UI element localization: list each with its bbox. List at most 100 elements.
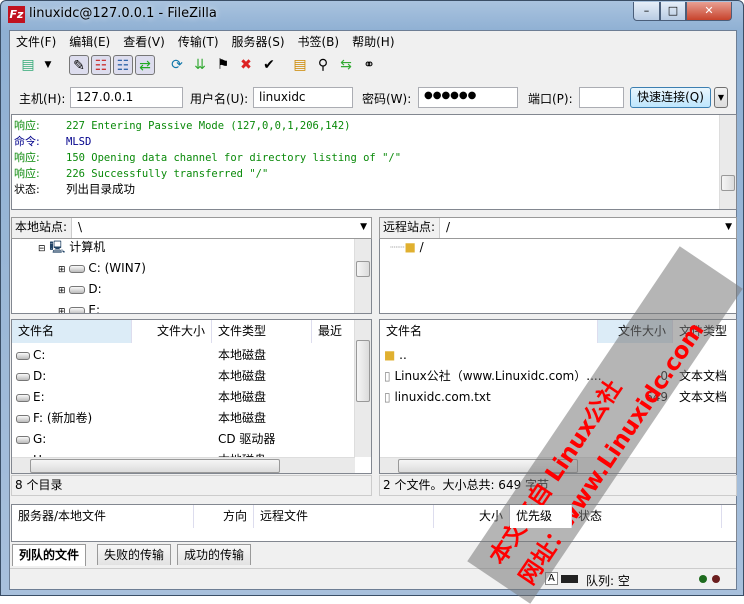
message-log: 响应: 227 Entering Passive Mode (127,0,0,1,… [11, 114, 737, 210]
col-server-local-file[interactable]: 服务器/本地文件 [12, 505, 194, 528]
queue-status: 队列: 空 [586, 574, 630, 588]
cancel-operation-icon[interactable]: ⚑ [213, 55, 233, 75]
file-type: CD 驱动器 [218, 432, 276, 446]
log-scrollbar[interactable] [719, 115, 736, 209]
reconnect-icon[interactable]: ✔ [259, 55, 279, 75]
file-row[interactable]: C: [16, 345, 45, 366]
file-row[interactable]: ▯ linuxidc.com.txt [384, 387, 491, 408]
tab-queued-files[interactable]: 列队的文件 [12, 544, 87, 566]
menu-server[interactable]: 服务器(S) [232, 35, 285, 49]
menu-edit[interactable]: 编辑(E) [69, 35, 110, 49]
file-row[interactable]: ■ .. [384, 345, 407, 366]
tree-item-e[interactable]: ⊞ E: [58, 300, 100, 313]
file-row[interactable]: E: [16, 387, 45, 408]
file-name: E: [33, 390, 45, 404]
tree-item-root[interactable]: ┈┈■ / [390, 237, 424, 258]
speed-limit-icon [561, 575, 578, 583]
transfer-queue: 服务器/本地文件 方向 远程文件 大小 优先级 状态 [11, 504, 737, 542]
col-filename[interactable]: 文件名 [380, 320, 598, 343]
download-led-icon [712, 575, 720, 583]
tree-label: D: [88, 282, 102, 296]
file-name: D: [33, 369, 47, 383]
col-priority[interactable]: 优先级 [510, 505, 572, 528]
local-file-list: 文件名 文件大小 文件类型 最近修 C: 本地磁盘 D: 本地磁盘 E: 本地磁… [11, 319, 372, 474]
file-row[interactable]: F: (新加卷) [16, 408, 92, 429]
site-manager-icon[interactable]: ▤ [18, 55, 38, 75]
file-row[interactable]: G: [16, 429, 46, 450]
file-row[interactable]: D: [16, 366, 46, 387]
site-manager-dropdown-icon[interactable]: ▼ [38, 55, 58, 75]
local-tree-scrollbar[interactable] [354, 239, 371, 313]
log-text: 227 Entering Passive Mode (127,0,0,1,206… [66, 120, 351, 132]
local-list-hscrollbar[interactable] [12, 457, 355, 473]
quickconnect-dropdown[interactable]: ▼ [714, 87, 728, 108]
log-kind: 响应: [14, 167, 40, 180]
port-input[interactable] [579, 87, 624, 108]
chevron-down-icon[interactable]: ▼ [725, 218, 732, 237]
file-type: 本地磁盘 [218, 369, 267, 383]
process-queue-icon[interactable]: ⇊ [190, 55, 210, 75]
menu-transfer[interactable]: 传输(T) [178, 35, 219, 49]
toggle-queue-icon[interactable]: ⇄ [135, 55, 155, 75]
client-area: 文件(F) 编辑(E) 查看(V) 传输(T) 服务器(S) 书签(B) 帮助(H) ▤ ▼… [9, 30, 737, 590]
menu-bookmarks[interactable]: 书签(B) [298, 35, 340, 49]
compare-icon[interactable]: ⚲ [313, 55, 333, 75]
file-type: 文本文档 [679, 390, 728, 404]
tree-item-computer[interactable]: ⊟ 🖳 计算机 [38, 237, 105, 258]
col-direction[interactable]: 方向 [194, 505, 254, 528]
col-filename[interactable]: 文件名 [12, 320, 132, 343]
file-row[interactable]: H: [16, 450, 46, 457]
local-site-bar: 本地站点: \ ▼ [11, 217, 372, 239]
menu-help[interactable]: 帮助(H) [352, 35, 394, 49]
col-filetype[interactable]: 文件类型 [212, 320, 312, 343]
toggle-log-icon[interactable]: ✎ [69, 55, 89, 75]
file-type: 本地磁盘 [218, 450, 266, 457]
file-name: F: (新加卷) [33, 411, 93, 425]
sync-browse-icon[interactable]: ⇆ [336, 55, 356, 75]
quickconnect-button[interactable]: 快速连接(Q) [630, 87, 711, 108]
refresh-icon[interactable]: ⟳ [167, 55, 187, 75]
text-file-icon: ▯ [384, 390, 391, 404]
log-kind: 响应: [14, 119, 40, 132]
password-input[interactable]: ●●●●●● [418, 87, 518, 108]
minimize-button[interactable]: – [633, 2, 660, 21]
col-modified[interactable]: 最近修 [312, 320, 356, 343]
filter-icon[interactable]: ▤ [290, 55, 310, 75]
menu-view[interactable]: 查看(V) [123, 35, 165, 49]
local-list-vscrollbar[interactable] [354, 320, 371, 457]
local-path-combo[interactable]: \ [78, 218, 82, 237]
local-site-label: 本地站点: [12, 218, 72, 238]
tree-item-c[interactable]: ⊞ C: (WIN7) [58, 258, 146, 279]
remote-path-combo[interactable]: / [446, 218, 450, 237]
col-remote-file[interactable]: 远程文件 [254, 505, 434, 528]
local-status: 8 个目录 [11, 475, 372, 496]
maximize-button[interactable]: □ [660, 2, 686, 21]
file-name: C: [33, 348, 46, 362]
port-label: 端口(P): [528, 92, 573, 106]
log-kind: 命令: [14, 135, 40, 148]
status-bar: A 队列: 空 [10, 568, 736, 590]
log-text: 列出目录成功 [66, 182, 135, 196]
menu-file[interactable]: 文件(F) [16, 35, 56, 49]
tree-item-d[interactable]: ⊞ D: [58, 279, 102, 300]
window-title: linuxidc@127.0.0.1 - FileZilla [29, 6, 217, 21]
host-input[interactable]: 127.0.0.1 [70, 87, 183, 108]
filezilla-app-icon: Fz [8, 6, 25, 23]
search-files-icon[interactable]: ⚭ [359, 55, 379, 75]
tab-failed-transfers[interactable]: 失败的传输 [97, 544, 172, 565]
toggle-remote-tree-icon[interactable]: ☷ [113, 55, 133, 75]
file-row[interactable]: ▯ Linux公社（www.Linuxidc.com）.... [384, 366, 602, 387]
local-tree: ⊟ 🖳 计算机 ⊞ C: (WIN7) ⊞ D: ⊞ E: [11, 239, 372, 314]
username-input[interactable]: linuxidc [253, 87, 353, 108]
disconnect-icon[interactable]: ✖ [236, 55, 256, 75]
chevron-down-icon[interactable]: ▼ [360, 218, 367, 237]
text-file-icon: ▯ [384, 369, 391, 383]
tab-successful-transfers[interactable]: 成功的传输 [177, 544, 252, 565]
host-label: 主机(H): [19, 92, 66, 106]
file-name: linuxidc.com.txt [394, 390, 491, 404]
remote-site-label: 远程站点: [380, 218, 440, 238]
close-button[interactable]: ✕ [686, 2, 732, 21]
toggle-local-tree-icon[interactable]: ☷ [91, 55, 111, 75]
folder-icon: ■ [384, 348, 396, 362]
col-filesize[interactable]: 文件大小 [132, 320, 212, 343]
